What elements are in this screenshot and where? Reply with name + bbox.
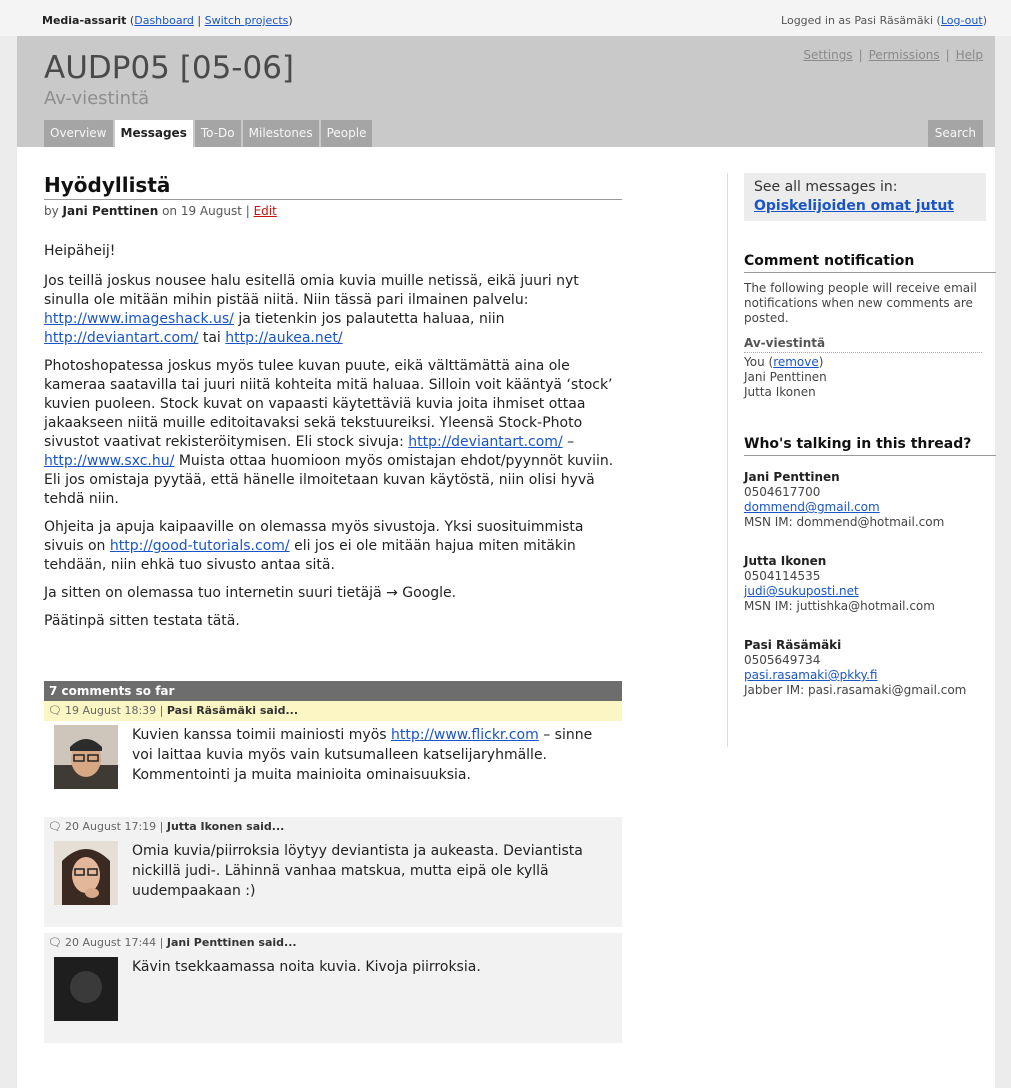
- comment-author: Pasi Räsämäki said...: [166, 704, 299, 717]
- participant-im: MSN IM: dommend@hotmail.com: [744, 515, 945, 529]
- comment-meta: 🗨 20 August 17:19 | Jutta Ikonen said...: [44, 817, 622, 837]
- deviantart-link[interactable]: http://deviantart.com/: [44, 330, 198, 346]
- participant-card: Jani Penttinen 0504617700 dommend@gmail.…: [744, 470, 996, 530]
- see-all-box: See all messages in: Opiskelijoiden omat…: [744, 173, 986, 221]
- participant-name: Jani Penttinen: [744, 470, 840, 484]
- message-paragraph: Ja sitten on olemassa tuo internetin suu…: [44, 585, 457, 601]
- notification-person: Jani Penttinen: [744, 370, 827, 384]
- participant-card: Pasi Räsämäki 0505649734 pasi.rasamaki@p…: [744, 638, 996, 698]
- message-body: Heipäheij! Jos teillä joskus nousee halu…: [44, 242, 622, 631]
- project-tabs: Overview Messages To-Do Milestones Peopl…: [44, 120, 374, 147]
- participant-email[interactable]: pasi.rasamaki@pkky.fi: [744, 668, 996, 683]
- tab-milestones[interactable]: Milestones: [242, 120, 319, 147]
- participant-im: Jabber IM: pasi.rasamaki@gmail.com: [744, 683, 967, 697]
- logged-in-text: Logged in as Pasi Räsämäki: [781, 14, 934, 27]
- comment: 🗨 20 August 17:44 | Jani Penttinen said..…: [44, 933, 622, 1043]
- participant-phone: 0505649734: [744, 653, 821, 667]
- notification-person: Jutta Ikonen: [744, 385, 816, 399]
- project-header: AUDP05 [05-06] Av-viestintä Settings | Per…: [17, 36, 995, 147]
- sxc-link[interactable]: http://www.sxc.hu/: [44, 453, 174, 469]
- avatar: [54, 957, 118, 1021]
- speech-bubble-icon: 🗨: [48, 820, 62, 833]
- participant-email[interactable]: judi@sukuposti.net: [744, 584, 996, 599]
- comment-author: Jutta Ikonen said...: [166, 820, 285, 833]
- see-all-label: See all messages in:: [754, 179, 898, 195]
- comment-body: Omia kuvia/piirroksia löytyy deviantista…: [44, 837, 622, 927]
- login-status: Logged in as Pasi Räsämäki (Log-out): [781, 14, 987, 27]
- message-title: Hyödyllistä: [44, 173, 622, 200]
- avatar: [54, 725, 118, 789]
- comment-meta: 🗨 20 August 17:44 | Jani Penttinen said..…: [44, 933, 622, 953]
- avatar: [54, 841, 118, 905]
- search-tab[interactable]: Search: [927, 120, 983, 147]
- message-column: Hyödyllistä by Jani Penttinen on 19 Augu…: [44, 147, 622, 1043]
- account-nav: Media-assarit (Dashboard | Switch projec…: [42, 14, 293, 27]
- comment-body: Kävin tsekkaamassa noita kuvia. Kivoja p…: [44, 953, 622, 1043]
- edit-link[interactable]: Edit: [254, 204, 277, 218]
- message-paragraph: Heipäheij!: [44, 243, 116, 259]
- sidebar: See all messages in: Opiskelijoiden omat…: [727, 173, 996, 747]
- participant-email[interactable]: dommend@gmail.com: [744, 500, 996, 515]
- imageshack-link[interactable]: http://www.imageshack.us/: [44, 311, 234, 327]
- flickr-link[interactable]: http://www.flickr.com: [391, 727, 539, 743]
- deviantart-link[interactable]: http://deviantart.com/: [408, 434, 562, 450]
- comment-notification-heading: Comment notification: [744, 253, 996, 273]
- tab-todo[interactable]: To-Do: [194, 120, 241, 147]
- participant-name: Jutta Ikonen: [744, 554, 827, 568]
- switch-projects-link[interactable]: Switch projects: [205, 14, 289, 27]
- comment-text: Kävin tsekkaamassa noita kuvia. Kivoja p…: [132, 959, 481, 975]
- comments-header: 7 comments so far: [44, 681, 622, 701]
- participant-phone: 0504114535: [744, 569, 821, 583]
- comment: 🗨 20 August 17:19 | Jutta Ikonen said... …: [44, 817, 622, 927]
- project-subtitle: Av-viestintä: [44, 88, 150, 109]
- participant-im: MSN IM: juttishka@hotmail.com: [744, 599, 935, 613]
- comment-author: Jani Penttinen said...: [166, 936, 297, 949]
- settings-link[interactable]: Settings: [803, 48, 852, 62]
- message-paragraph: Photoshopatessa joskus myös tulee kuvan …: [44, 358, 614, 507]
- comment-text: Omia kuvia/piirroksia löytyy deviantista…: [132, 843, 583, 899]
- message-paragraph: Jos teillä joskus nousee halu esitellä o…: [44, 273, 579, 346]
- comment: 🗨 19 August 18:39 | Pasi Räsämäki said...: [44, 701, 622, 811]
- top-bar: Media-assarit (Dashboard | Switch projec…: [0, 0, 1011, 36]
- header-links: Settings | Permissions | Help: [803, 48, 983, 62]
- tab-messages[interactable]: Messages: [114, 120, 193, 147]
- category-link[interactable]: Opiskelijoiden omat jutut: [754, 198, 954, 214]
- help-link[interactable]: Help: [956, 48, 983, 62]
- aukea-link[interactable]: http://aukea.net/: [225, 330, 342, 346]
- participant-name: Pasi Räsämäki: [744, 638, 842, 652]
- comment-notification-text: The following people will receive email …: [744, 281, 977, 325]
- remove-link[interactable]: remove: [773, 355, 819, 369]
- comment-meta: 🗨 19 August 18:39 | Pasi Räsämäki said...: [44, 701, 622, 721]
- participant-phone: 0504617700: [744, 485, 821, 499]
- speech-bubble-icon: 🗨: [48, 704, 62, 717]
- comment-body: Kuvien kanssa toimii mainiosti myös http…: [44, 721, 622, 811]
- message-byline: by Jani Penttinen on 19 August | Edit: [44, 204, 277, 218]
- page-content: Hyödyllistä by Jani Penttinen on 19 Augu…: [17, 147, 996, 1088]
- message-paragraph: Ohjeita ja apuja kaipaaville on olemassa…: [44, 519, 584, 573]
- message-paragraph: Päätinpä sitten testata tätä.: [44, 613, 240, 629]
- participants-heading: Who's talking in this thread?: [744, 436, 996, 456]
- logout-link[interactable]: Log-out: [941, 14, 983, 27]
- tab-people[interactable]: People: [320, 120, 373, 147]
- notification-you: You (remove): [744, 355, 824, 369]
- tab-overview[interactable]: Overview: [44, 120, 113, 147]
- comment-text: Kuvien kanssa toimii mainiosti myös http…: [132, 727, 593, 783]
- good-tutorials-link[interactable]: http://good-tutorials.com/: [110, 538, 290, 554]
- participant-card: Jutta Ikonen 0504114535 judi@sukuposti.n…: [744, 554, 996, 614]
- speech-bubble-icon: 🗨: [48, 936, 62, 949]
- notification-list: You (remove) Jani Penttinen Jutta Ikonen: [744, 355, 996, 400]
- permissions-link[interactable]: Permissions: [869, 48, 940, 62]
- account-name: Media-assarit: [42, 14, 127, 27]
- project-title: AUDP05 [05-06]: [44, 50, 295, 86]
- dashboard-link[interactable]: Dashboard: [134, 14, 194, 27]
- notification-group: Av-viestintä: [744, 336, 982, 353]
- message-author: Jani Penttinen: [62, 204, 159, 218]
